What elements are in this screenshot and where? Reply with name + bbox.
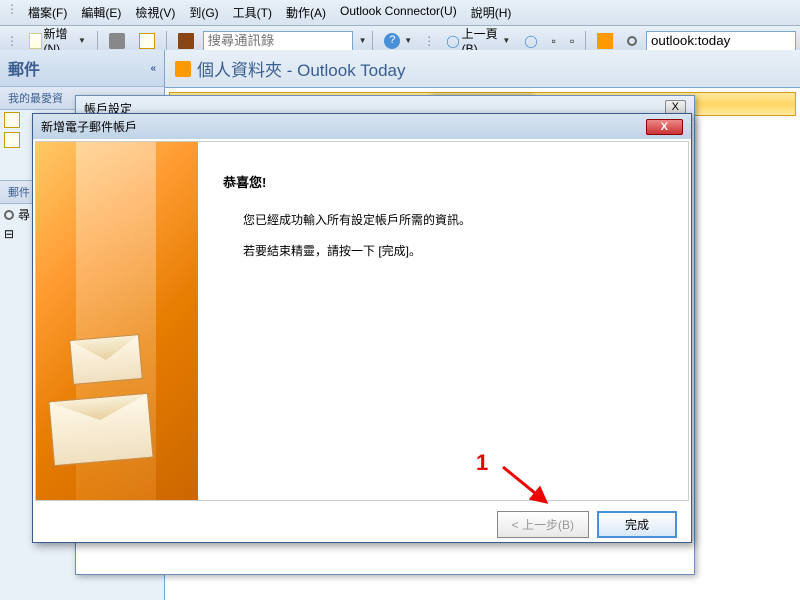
dropdown-icon: ▼ — [404, 36, 412, 45]
menu-connector[interactable]: Outlook Connector(U) — [334, 2, 463, 23]
book-icon — [178, 33, 194, 49]
menu-help[interactable]: 說明(H) — [465, 2, 518, 23]
content-header: 個人資料夾 - Outlook Today — [165, 50, 800, 88]
search-button[interactable] — [622, 33, 642, 49]
content-title: 個人資料夾 - Outlook Today — [197, 56, 405, 81]
menu-go[interactable]: 到(G) — [183, 2, 224, 23]
search-icon — [4, 210, 14, 220]
separator — [372, 31, 373, 51]
wizard-text-line1: 您已經成功輸入所有設定帳戶所需的資訊。 — [243, 211, 663, 228]
menu-view[interactable]: 檢視(V) — [129, 2, 181, 23]
folder-icon — [4, 132, 20, 148]
separator — [585, 31, 586, 51]
wizard-text-line2: 若要結束精靈，請按一下 [完成]。 — [243, 242, 663, 259]
dropdown-icon: ▼ — [78, 36, 86, 45]
help-button[interactable]: ?▼ — [379, 30, 417, 52]
menu-tools[interactable]: 工具(T) — [227, 2, 278, 23]
wizard-titlebar[interactable]: 新增電子郵件帳戶 X — [33, 114, 691, 139]
address-input[interactable] — [646, 31, 796, 51]
tree-toggle-icon: ⊟ — [4, 227, 14, 241]
forward-button[interactable]: ◯ — [519, 31, 542, 51]
wizard-footer: < 上一步(B) 完成 — [33, 503, 691, 546]
print-button[interactable] — [104, 30, 130, 52]
collapse-button[interactable]: « — [150, 63, 156, 74]
addressbook-button[interactable] — [173, 30, 199, 52]
dropdown-icon: ▼ — [502, 36, 510, 45]
wizard-heading: 恭喜您! — [223, 172, 663, 191]
new-icon — [29, 33, 42, 49]
stop-button[interactable]: ▫ — [547, 31, 561, 51]
finish-button[interactable]: 完成 — [597, 511, 677, 538]
nav-item-label: 尋 — [18, 206, 30, 223]
wizard-content: 恭喜您! 您已經成功輸入所有設定帳戶所需的資訊。 若要結束精靈，請按一下 [完成… — [198, 142, 688, 500]
refresh-icon: ▫ — [570, 34, 574, 48]
search-contacts-input[interactable] — [203, 31, 353, 51]
menu-grip: ⋮ — [4, 2, 20, 23]
stop-icon: ▫ — [552, 34, 556, 48]
toolbar-grip: ⋮ — [421, 34, 437, 48]
print-icon — [109, 33, 125, 49]
folder-icon — [4, 112, 20, 128]
back-button: < 上一步(B) — [497, 511, 589, 538]
envelope-icon — [48, 393, 153, 466]
wizard-title: 新增電子郵件帳戶 — [41, 118, 137, 135]
menu-edit[interactable]: 編輯(E) — [75, 2, 127, 23]
sendreceive-button[interactable] — [134, 30, 160, 52]
refresh-button[interactable]: ▫ — [565, 31, 579, 51]
help-icon: ? — [384, 33, 400, 49]
wizard-sidebar-graphic — [36, 142, 198, 500]
envelope-icon — [69, 334, 143, 385]
home-button[interactable] — [592, 30, 618, 52]
toolbar-grip: ⋮ — [4, 34, 20, 48]
back-icon: ◯ — [446, 34, 459, 48]
menu-bar: ⋮ 檔案(F) 編輯(E) 檢視(V) 到(G) 工具(T) 動作(A) Out… — [0, 0, 800, 26]
wizard-body: 恭喜您! 您已經成功輸入所有設定帳戶所需的資訊。 若要結束精靈，請按一下 [完成… — [35, 141, 689, 501]
menu-file[interactable]: 檔案(F) — [22, 2, 73, 23]
outlook-icon — [175, 61, 191, 77]
home-icon — [597, 33, 613, 49]
wizard-close-button[interactable]: X — [646, 119, 683, 135]
search-icon — [627, 36, 637, 46]
separator — [166, 31, 167, 51]
menu-actions[interactable]: 動作(A) — [280, 2, 332, 23]
forward-icon: ◯ — [524, 34, 537, 48]
nav-header-label: 郵件 — [8, 56, 40, 80]
separator — [97, 31, 98, 51]
search-dropdown-icon[interactable]: ▼ — [359, 36, 367, 45]
mail-icon — [139, 33, 155, 49]
nav-header-mail: 郵件 « — [0, 50, 164, 86]
add-email-wizard-dialog: 新增電子郵件帳戶 X 恭喜您! 您已經成功輸入所有設定帳戶所需的資訊。 若要結束… — [32, 113, 692, 543]
